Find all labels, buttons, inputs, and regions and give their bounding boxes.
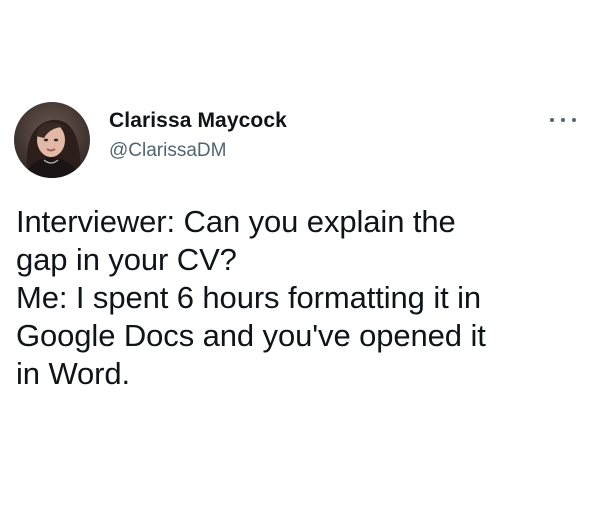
author-display-name[interactable]: Clarissa Maycock <box>109 109 287 133</box>
tweet-text-line: gap in your CV? <box>16 242 237 277</box>
more-options-icon[interactable] <box>550 110 576 130</box>
tweet-text-line: Me: I spent 6 hours formatting it in <box>16 280 482 315</box>
tweet-card: Clarissa Maycock @ClarissaDM Interviewer… <box>0 0 599 509</box>
profile-photo-icon <box>14 102 90 178</box>
tweet-text: Interviewer: Can you explain the gap in … <box>16 203 586 393</box>
avatar[interactable] <box>14 102 90 178</box>
tweet-text-line: in Word. <box>16 356 131 391</box>
author-handle[interactable]: @ClarissaDM <box>109 140 226 162</box>
more-dot <box>572 118 576 122</box>
tweet-text-line: Interviewer: Can you explain the <box>16 204 456 239</box>
tweet-text-line: Google Docs and you've opened it <box>16 318 486 353</box>
more-dot <box>550 118 554 122</box>
more-dot <box>561 118 565 122</box>
